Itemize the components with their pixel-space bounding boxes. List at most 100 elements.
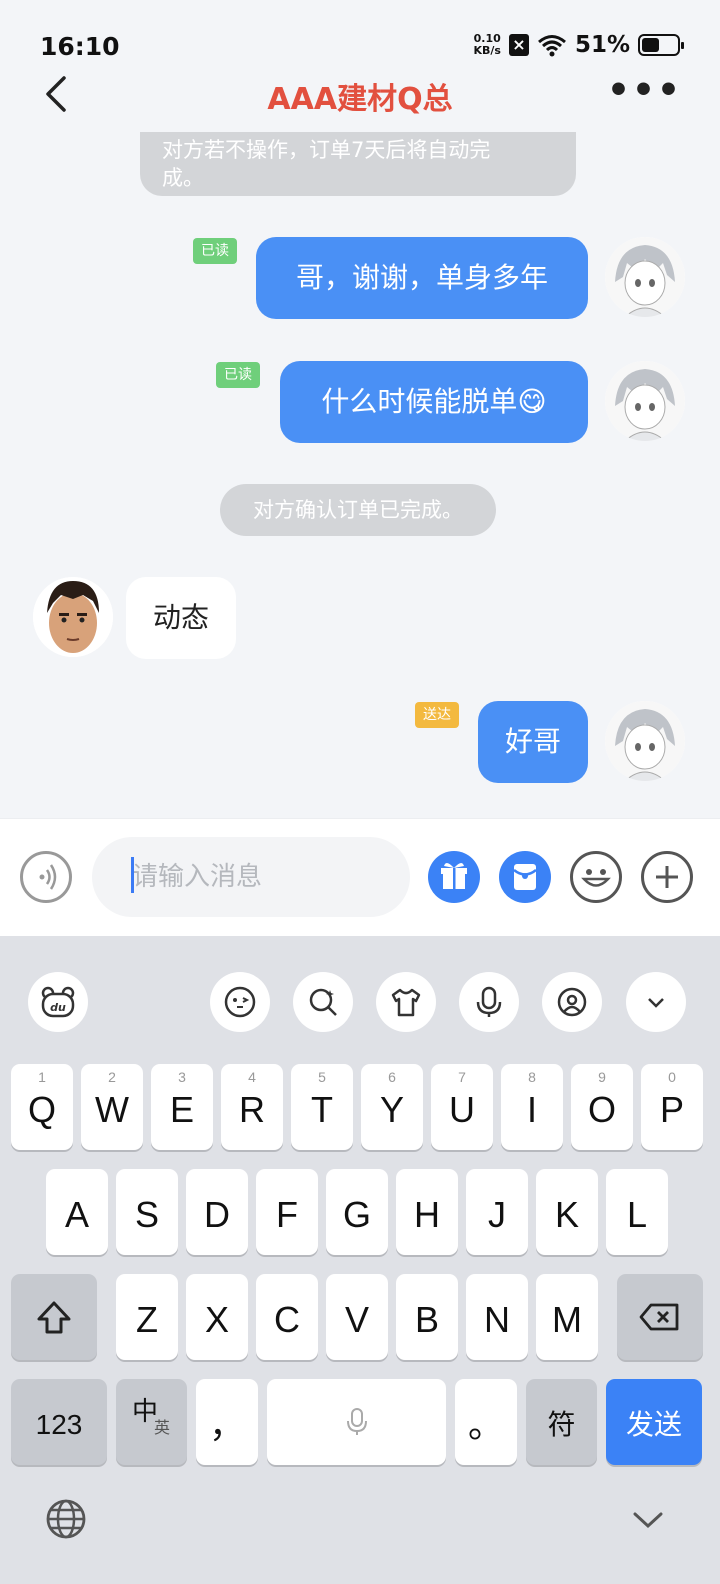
microphone-icon	[476, 986, 502, 1017]
key-l[interactable]: L	[606, 1169, 668, 1255]
assistant-icon	[557, 987, 587, 1017]
key-number-hint: 9	[598, 1069, 606, 1085]
collapse-toolbar-button[interactable]	[626, 972, 686, 1032]
key-h[interactable]: H	[396, 1169, 458, 1255]
key-r[interactable]: 4R	[221, 1064, 283, 1150]
read-status-badge: 已读	[193, 238, 237, 264]
space-key[interactable]	[267, 1379, 446, 1465]
svg-text:du: du	[50, 1001, 66, 1014]
lang-sub-label: 英	[154, 1420, 171, 1437]
backspace-key[interactable]	[617, 1274, 703, 1360]
anime-avatar-icon	[605, 237, 685, 317]
backspace-icon	[639, 1303, 679, 1331]
key-u[interactable]: 7U	[431, 1064, 493, 1150]
key-t[interactable]: 5T	[291, 1064, 353, 1150]
emoji-button[interactable]	[570, 851, 622, 903]
net-speed: 0.10 KB/s	[473, 33, 500, 57]
key-b[interactable]: B	[396, 1274, 458, 1360]
globe-icon[interactable]	[45, 1498, 87, 1540]
key-k[interactable]: K	[536, 1169, 598, 1255]
key-label: O	[587, 1089, 616, 1130]
key-s[interactable]: S	[116, 1169, 178, 1255]
message-bubble-sent[interactable]: 什么时候能脱单😋	[280, 361, 588, 443]
send-key[interactable]: 发送	[606, 1379, 702, 1465]
key-q[interactable]: 1Q	[11, 1064, 73, 1150]
gift-button[interactable]	[428, 851, 480, 903]
numbers-key[interactable]: 123	[11, 1379, 107, 1465]
period-key[interactable]: 。	[455, 1379, 517, 1465]
key-label: T	[311, 1089, 333, 1130]
more-options-icon[interactable]: •••	[607, 73, 682, 109]
key-p[interactable]: 0P	[641, 1064, 703, 1150]
key-label: Y	[379, 1089, 404, 1130]
message-input[interactable]	[92, 837, 410, 917]
skin-button[interactable]	[376, 972, 436, 1032]
key-number-hint: 8	[528, 1069, 536, 1085]
key-i[interactable]: 8I	[501, 1064, 563, 1150]
keyboard-logo-button[interactable]: du	[28, 972, 88, 1032]
envelope-icon	[513, 864, 537, 890]
key-e[interactable]: 3E	[151, 1064, 213, 1150]
keyboard-bottom-bar	[0, 1478, 720, 1584]
key-label: Q	[27, 1089, 56, 1130]
message-bubble-sent[interactable]: 哥，谢谢，单身多年	[256, 237, 588, 319]
search-sparkle-icon	[309, 988, 337, 1016]
key-m[interactable]: M	[536, 1274, 598, 1360]
key-label: W	[95, 1089, 129, 1130]
text-caret	[131, 857, 134, 893]
battery-percent: 51%	[574, 32, 630, 58]
add-button[interactable]	[641, 851, 693, 903]
no-sim-icon: ×	[508, 34, 529, 56]
smile-icon	[581, 869, 611, 887]
key-d[interactable]: D	[186, 1169, 248, 1255]
voice-input-icon[interactable]	[20, 851, 72, 903]
key-y[interactable]: 6Y	[361, 1064, 423, 1150]
contact-avatar[interactable]	[33, 577, 113, 657]
plus-icon	[656, 866, 678, 888]
key-g[interactable]: G	[326, 1169, 388, 1255]
status-bar: 16:10 0.10 KB/s × 51%	[0, 0, 720, 64]
ai-assistant-button[interactable]	[542, 972, 602, 1032]
gift-icon	[441, 862, 467, 889]
language-switch-key[interactable]: 中 英	[116, 1379, 187, 1465]
key-label: E	[169, 1089, 194, 1130]
anime-avatar-icon	[605, 701, 685, 781]
anime-avatar-icon	[605, 361, 685, 441]
chat-header: AAA建材Q总 •••	[0, 66, 720, 122]
my-avatar[interactable]	[605, 237, 685, 317]
key-number-hint: 2	[108, 1069, 116, 1085]
search-tool-button[interactable]	[293, 972, 353, 1032]
key-j[interactable]: J	[466, 1169, 528, 1255]
message-bubble-sent[interactable]: 好哥	[478, 701, 588, 783]
shift-key[interactable]	[11, 1274, 97, 1360]
voice-typing-button[interactable]	[459, 972, 519, 1032]
key-a[interactable]: A	[46, 1169, 108, 1255]
key-number-hint: 7	[458, 1069, 466, 1085]
symbols-key[interactable]: 符	[526, 1379, 597, 1465]
key-v[interactable]: V	[326, 1274, 388, 1360]
space-mic-icon	[346, 1408, 367, 1435]
key-number-hint: 1	[38, 1069, 46, 1085]
wink-face-icon	[224, 986, 256, 1018]
key-label: R	[239, 1089, 265, 1130]
hide-keyboard-icon[interactable]	[630, 1504, 666, 1534]
key-n[interactable]: N	[466, 1274, 528, 1360]
red-packet-button[interactable]	[499, 851, 551, 903]
my-avatar[interactable]	[605, 361, 685, 441]
key-x[interactable]: X	[186, 1274, 248, 1360]
status-icons: 0.10 KB/s × 51%	[473, 32, 684, 58]
message-bubble-received[interactable]: 动态	[126, 577, 236, 659]
key-c[interactable]: C	[256, 1274, 318, 1360]
comma-key[interactable]: ，	[196, 1379, 258, 1465]
key-z[interactable]: Z	[116, 1274, 178, 1360]
battery-icon	[638, 34, 684, 56]
key-o[interactable]: 9O	[571, 1064, 633, 1150]
my-avatar[interactable]	[605, 701, 685, 781]
key-w[interactable]: 2W	[81, 1064, 143, 1150]
system-message-line: 成。	[162, 166, 204, 190]
status-time: 16:10	[40, 32, 120, 61]
tshirt-icon	[391, 988, 421, 1017]
chevron-down-icon	[648, 998, 664, 1008]
kaomoji-button[interactable]	[210, 972, 270, 1032]
key-f[interactable]: F	[256, 1169, 318, 1255]
